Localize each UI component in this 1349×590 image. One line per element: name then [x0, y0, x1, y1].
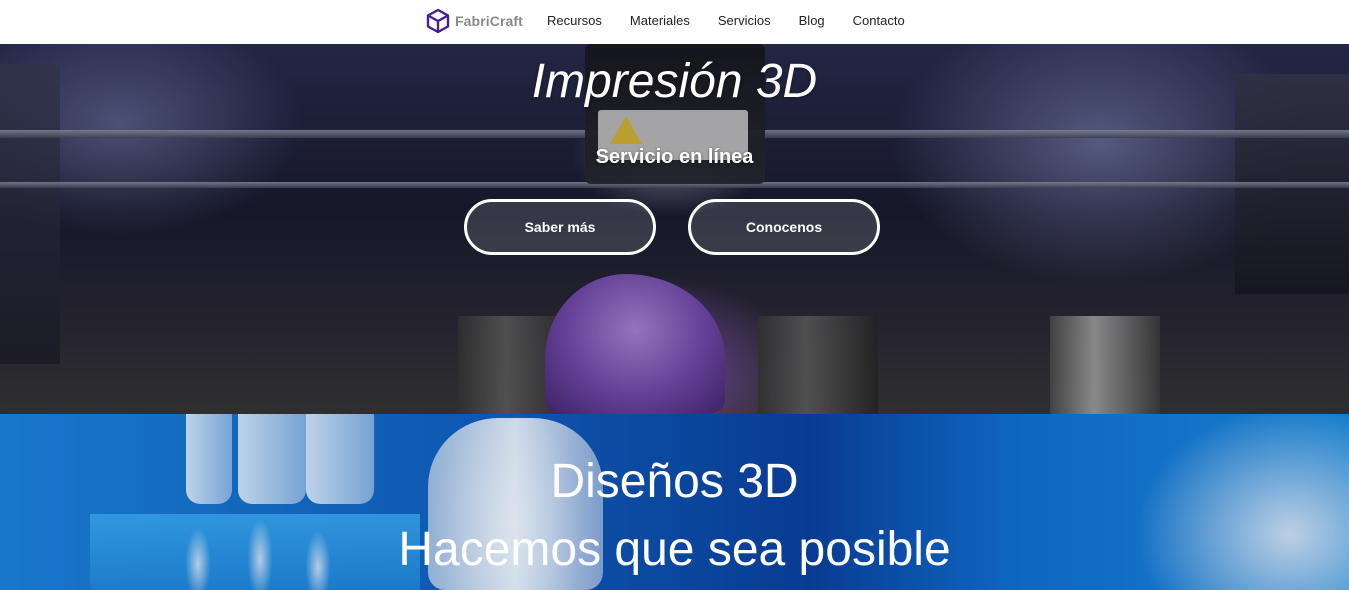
saber-mas-button[interactable]: Saber más	[464, 199, 656, 255]
nav-item-contacto[interactable]: Contacto	[853, 13, 905, 28]
brand-logo[interactable]: FabriCraft	[426, 8, 523, 34]
nav-item-recursos[interactable]: Recursos	[547, 13, 602, 28]
designs-section: Diseños 3D Hacemos que sea posible	[0, 414, 1349, 590]
brand-name: FabriCraft	[455, 13, 523, 29]
hero-title: Impresión 3D	[531, 55, 818, 108]
top-navbar: FabriCraft Recursos Materiales Servicios…	[0, 0, 1349, 44]
hero-subtitle: Servicio en línea	[595, 146, 754, 168]
conocenos-button[interactable]: Conocenos	[688, 199, 880, 255]
nav-item-servicios[interactable]: Servicios	[718, 13, 771, 28]
nav-item-blog[interactable]: Blog	[799, 13, 825, 28]
nav-item-materiales[interactable]: Materiales	[630, 13, 690, 28]
section-title: Diseños 3D	[550, 455, 799, 508]
main-nav: Recursos Materiales Servicios Blog Conta…	[547, 13, 905, 28]
cube-logo-icon	[426, 8, 450, 34]
hero-section: Impresión 3D Servicio en línea Saber más…	[0, 44, 1349, 414]
section-subtitle: Hacemos que sea posible	[398, 523, 951, 576]
